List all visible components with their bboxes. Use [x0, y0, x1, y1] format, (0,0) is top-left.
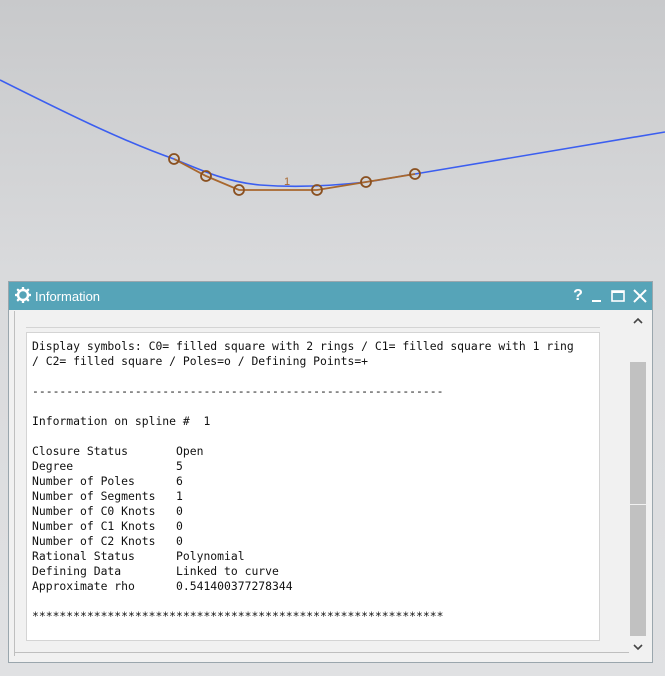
information-dialog: Information ? Display symbols: C0= fille…	[8, 281, 653, 663]
panel-border	[14, 311, 15, 656]
panel-border	[14, 652, 639, 653]
gear-icon	[15, 287, 31, 303]
close-icon	[633, 289, 647, 303]
scroll-down-button[interactable]	[629, 638, 647, 656]
poles	[168, 153, 421, 196]
minimize-icon	[592, 300, 601, 302]
panel-top-strip	[26, 311, 600, 328]
graphics-viewport[interactable]: 1	[0, 0, 665, 285]
help-button[interactable]: ?	[568, 286, 588, 306]
chevron-down-icon	[633, 644, 643, 651]
maximize-button[interactable]	[608, 286, 628, 306]
info-text-panel[interactable]: Display symbols: C0= filled square with …	[26, 332, 600, 641]
minimize-button[interactable]	[587, 286, 607, 306]
spline-label: 1	[284, 176, 290, 188]
dialog-titlebar[interactable]: Information ?	[9, 282, 652, 310]
scroll-up-button[interactable]	[629, 312, 647, 330]
spline-curve[interactable]	[0, 79, 665, 188]
info-text: Display symbols: C0= filled square with …	[32, 339, 574, 623]
maximize-icon	[611, 290, 625, 302]
scroll-thumb[interactable]	[630, 362, 646, 636]
spline-canvas[interactable]: 1	[0, 0, 665, 285]
chevron-up-icon	[633, 317, 643, 324]
dialog-title: Information	[35, 289, 101, 304]
vertical-scrollbar[interactable]	[629, 312, 647, 656]
scroll-thumb-divider	[630, 504, 646, 505]
close-button[interactable]	[630, 286, 650, 306]
